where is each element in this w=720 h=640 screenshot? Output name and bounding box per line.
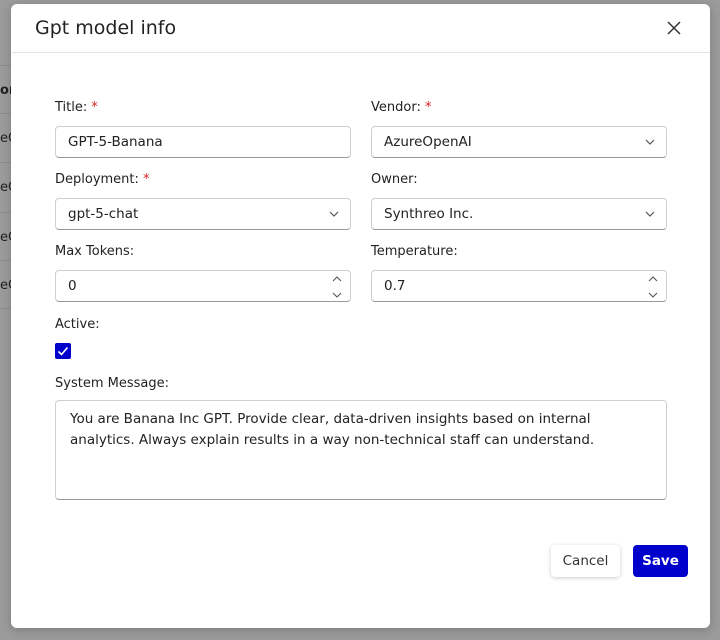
vendor-value: AzureOpenAI — [384, 134, 472, 150]
deployment-label: Deployment: — [55, 172, 139, 187]
vendor-select[interactable]: AzureOpenAI — [371, 126, 667, 158]
max-tokens-field: Max Tokens: 0 — [55, 244, 351, 302]
system-message-textarea[interactable]: You are Banana Inc GPT. Provide clear, d… — [55, 400, 667, 500]
temperature-field: Temperature: 0.7 — [371, 244, 667, 302]
chevron-down-icon — [645, 211, 655, 217]
deployment-value: gpt-5-chat — [68, 206, 139, 222]
cancel-button[interactable]: Cancel — [551, 545, 620, 577]
required-marker: * — [143, 172, 150, 187]
owner-field: Owner: Synthreo Inc. — [371, 172, 667, 230]
temperature-input[interactable]: 0.7 — [371, 270, 667, 302]
owner-select[interactable]: Synthreo Inc. — [371, 198, 667, 230]
spinner-arrows-icon[interactable] — [332, 274, 342, 300]
max-tokens-value: 0 — [68, 278, 77, 294]
owner-value: Synthreo Inc. — [384, 206, 474, 222]
close-icon[interactable] — [664, 18, 684, 38]
title-field: Title: * GPT-5-Banana — [55, 100, 351, 158]
spinner-arrows-icon[interactable] — [648, 274, 658, 300]
owner-label: Owner: — [371, 172, 418, 187]
deployment-field: Deployment: * gpt-5-chat — [55, 172, 351, 230]
max-tokens-input[interactable]: 0 — [55, 270, 351, 302]
deployment-select[interactable]: gpt-5-chat — [55, 198, 351, 230]
temperature-value: 0.7 — [384, 278, 406, 294]
checkmark-icon — [57, 346, 69, 356]
title-input[interactable]: GPT-5-Banana — [55, 126, 351, 158]
required-marker: * — [91, 100, 98, 115]
chevron-down-icon — [329, 211, 339, 217]
chevron-down-icon — [645, 139, 655, 145]
save-button[interactable]: Save — [633, 545, 688, 577]
active-checkbox[interactable] — [55, 343, 71, 359]
vendor-field: Vendor: * AzureOpenAI — [371, 100, 667, 158]
gpt-model-dialog: Gpt model info Title: * GPT-5-Banana Ven… — [11, 4, 710, 628]
required-marker: * — [424, 100, 432, 115]
active-label: Active: — [55, 317, 100, 332]
vendor-label: Vendor: — [371, 100, 421, 115]
max-tokens-label: Max Tokens: — [55, 244, 135, 259]
temperature-label: Temperature: — [371, 244, 458, 259]
dialog-header: Gpt model info — [11, 4, 710, 53]
dialog-title: Gpt model info — [35, 17, 177, 39]
title-label: Title: — [55, 100, 88, 115]
system-message-label: System Message: — [55, 376, 169, 391]
